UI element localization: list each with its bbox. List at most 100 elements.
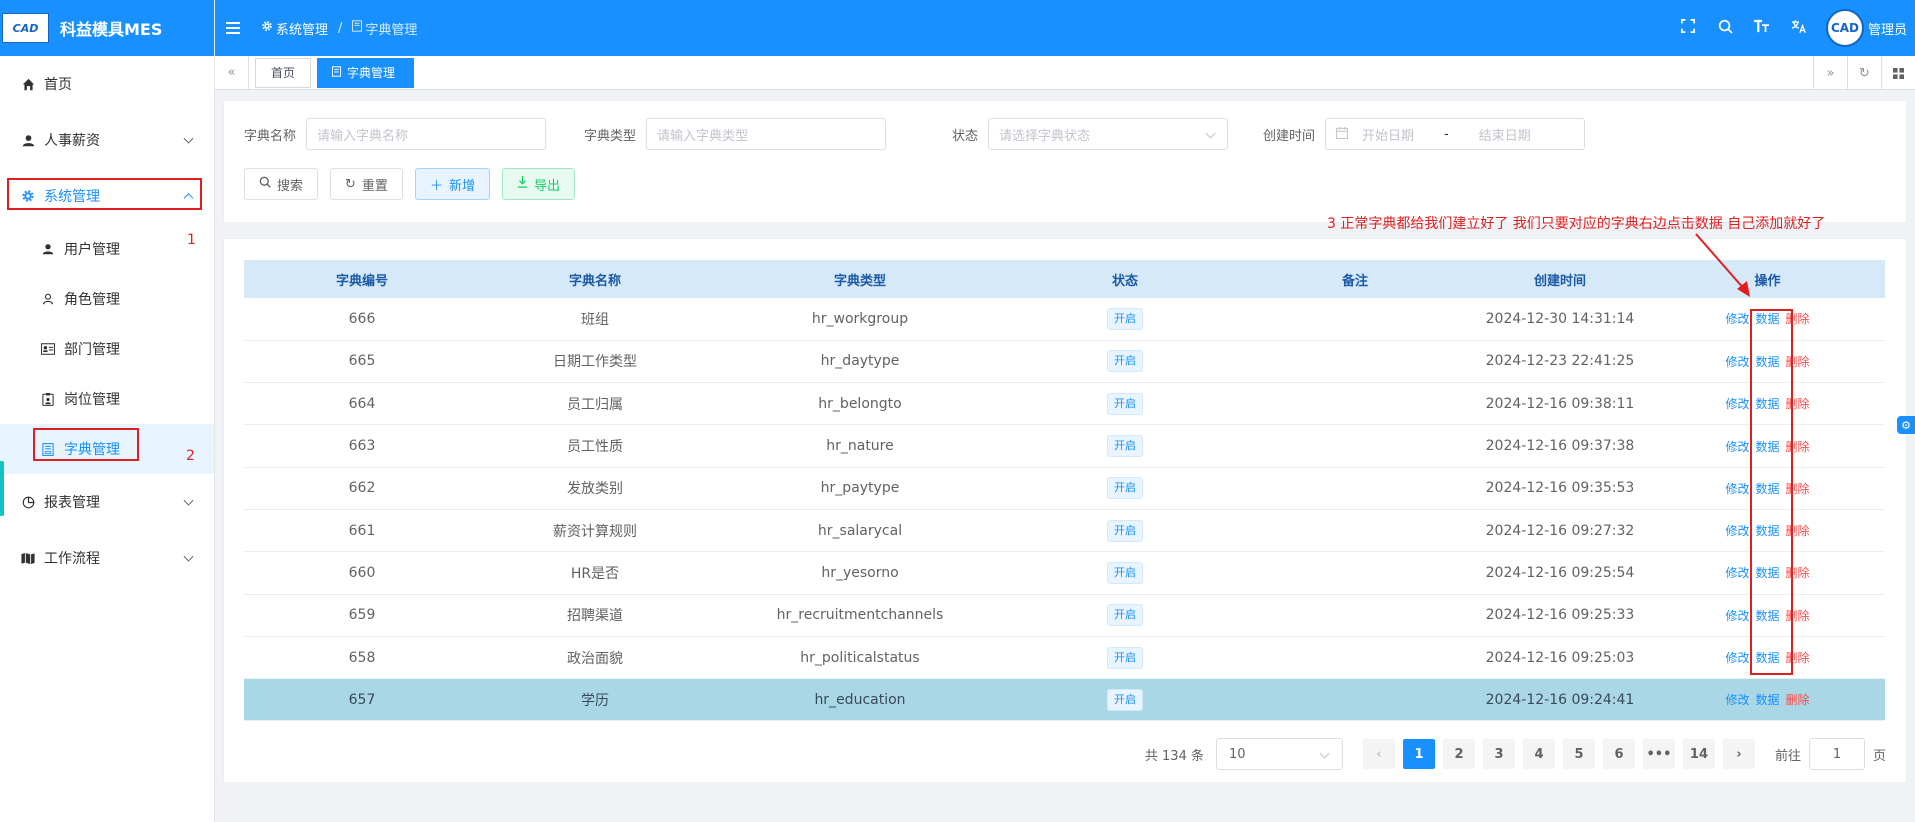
edit-link[interactable]: 修改 [1725,607,1749,624]
delete-link[interactable]: 删除 [1786,564,1810,581]
edit-link[interactable]: 修改 [1725,310,1749,327]
col-header-remark[interactable]: 备注 [1240,260,1470,298]
avatar[interactable]: CAD [1825,9,1864,47]
page-button-5[interactable]: 5 [1562,739,1595,769]
data-link[interactable]: 数据 [1755,480,1779,497]
tab-home[interactable]: 首页 [255,57,312,88]
goto-page-input[interactable]: 1 [1808,738,1865,770]
delete-link[interactable]: 删除 [1786,607,1810,624]
delete-link[interactable]: 删除 [1786,649,1810,666]
col-header-created[interactable]: 创建时间 [1470,260,1650,298]
data-link[interactable]: 数据 [1755,607,1779,624]
username[interactable]: 管理员 [1868,19,1907,38]
sidebar-item-departments[interactable]: 部门管理 [0,324,214,374]
reset-button[interactable]: ↻ 重置 [330,168,403,200]
scroll-left-icon[interactable]: « [215,55,249,90]
delete-link[interactable]: 删除 [1786,310,1810,327]
col-header-type[interactable]: 字典类型 [710,260,1010,298]
delete-link[interactable]: 删除 [1786,522,1810,539]
sidebar-item-system[interactable]: 系统管理 [0,168,214,224]
status-select[interactable]: 请选择字典状态 [988,118,1229,150]
fullscreen-icon[interactable] [1670,19,1707,37]
dict-type-input[interactable]: 请输入字典类型 [646,118,887,150]
date-range-picker[interactable]: 开始日期 - 结束日期 [1325,118,1586,150]
page-button-1[interactable]: 1 [1402,739,1435,769]
sidebar-item-users[interactable]: 用户管理 [0,224,214,274]
sidebar-item-dictionary[interactable]: 字典管理 [0,424,214,474]
col-header-status[interactable]: 状态 [1010,260,1240,298]
sidebar-item-workflow[interactable]: 工作流程 [0,530,214,586]
next-page-button[interactable]: › [1722,739,1755,769]
page-button-6[interactable]: 6 [1602,739,1635,769]
sidebar-item-hr-salary[interactable]: 人事薪资 [0,112,214,168]
page-size-select[interactable]: 10 [1215,738,1343,770]
delete-link[interactable]: 删除 [1786,438,1810,455]
sidebar-item-positions[interactable]: 岗位管理 [0,374,214,424]
delete-link[interactable]: 删除 [1786,353,1810,370]
cell-type[interactable]: hr_recruitmentchannels [710,594,1010,637]
edit-link[interactable]: 修改 [1725,480,1749,497]
end-date-input[interactable]: 结束日期 [1479,125,1531,144]
search-button[interactable]: 搜索 [244,168,319,200]
page-button-3[interactable]: 3 [1482,739,1515,769]
prev-page-button[interactable]: ‹ [1362,739,1395,769]
page-button-4[interactable]: 4 [1522,739,1555,769]
cell-type[interactable]: hr_workgroup [710,298,1010,341]
data-link[interactable]: 数据 [1755,691,1779,708]
edit-link[interactable]: 修改 [1725,353,1749,370]
page-ellipsis-button[interactable]: ••• [1642,739,1675,769]
data-link[interactable]: 数据 [1755,564,1779,581]
data-link[interactable]: 数据 [1755,353,1779,370]
add-button[interactable]: ＋ 新增 [414,168,490,200]
data-link[interactable]: 数据 [1755,522,1779,539]
translate-icon[interactable] [1781,19,1818,38]
data-link[interactable]: 数据 [1755,395,1779,412]
hamburger-icon[interactable] [226,22,246,34]
search-icon[interactable] [1707,19,1744,38]
cell-type[interactable]: hr_salarycal [710,509,1010,553]
edit-link[interactable]: 修改 [1725,649,1749,666]
tab-dictionary[interactable]: 字典管理 [317,57,415,88]
sidebar-item-reports[interactable]: 报表管理 [0,474,214,530]
sidebar-drag-handle[interactable] [0,461,4,516]
table-row[interactable]: 661 薪资计算规则 hr_salarycal 开启 2024-12-16 09:27:… [244,509,1885,553]
table-row[interactable]: 662 发放类别 hr_paytype 开启 2024-12-16 09:35:53 修改… [244,467,1885,510]
page-button-2[interactable]: 2 [1442,739,1475,769]
data-link[interactable]: 数据 [1755,649,1779,666]
table-row[interactable]: 658 政治面貌 hr_politicalstatus 开启 2024-12-16 09… [244,636,1885,680]
col-header-id[interactable]: 字典编号 [244,260,480,298]
breadcrumb-item-system[interactable]: 系统管理 [276,19,328,38]
table-row[interactable]: 663 员工性质 hr_nature 开启 2024-12-16 09:37:38 修改数… [244,424,1885,468]
edit-link[interactable]: 修改 [1725,564,1749,581]
table-row-selected[interactable]: 657 学历 hr_education 开启 2024-12-16 09:24:41 修改… [244,678,1885,722]
settings-gear-icon[interactable]: ⚙ [1897,416,1915,434]
delete-link[interactable]: 删除 [1786,691,1810,708]
edit-link[interactable]: 修改 [1725,395,1749,412]
page-button-14[interactable]: 14 [1682,739,1715,769]
cell-type[interactable]: hr_belongto [710,382,1010,426]
sidebar-item-home[interactable]: 首页 [0,56,214,112]
table-row[interactable]: 666 班组 hr_workgroup 开启 2024-12-30 14:31:14 修改… [244,298,1885,341]
grid-menu-icon[interactable] [1881,56,1915,90]
edit-link[interactable]: 修改 [1725,438,1749,455]
start-date-input[interactable]: 开始日期 [1362,125,1414,144]
data-link[interactable]: 数据 [1755,310,1779,327]
delete-link[interactable]: 删除 [1786,395,1810,412]
font-size-icon[interactable] [1744,19,1781,37]
cell-type[interactable]: hr_paytype [710,467,1010,510]
data-link[interactable]: 数据 [1755,438,1779,455]
cell-type[interactable]: hr_education [710,678,1010,722]
cell-type[interactable]: hr_daytype [710,340,1010,384]
logo-bar[interactable]: CAD 科益模具MES [0,0,214,56]
table-row[interactable]: 665 日期工作类型 hr_daytype 开启 2024-12-23 22:41:25… [244,340,1885,384]
col-header-name[interactable]: 字典名称 [480,260,710,298]
edit-link[interactable]: 修改 [1725,691,1749,708]
sidebar-item-roles[interactable]: 角色管理 [0,274,214,324]
scroll-right-icon[interactable]: » [1813,56,1847,90]
table-row[interactable]: 659 招聘渠道 hr_recruitmentchannels 开启 2024-12-1… [244,594,1885,637]
table-row[interactable]: 664 员工归属 hr_belongto 开启 2024-12-16 09:38:11 修… [244,382,1885,426]
table-row[interactable]: 660 HR是否 hr_yesorno 开启 2024-12-16 09:25:54 修改… [244,551,1885,595]
dict-name-input[interactable]: 请输入字典名称 [306,118,547,150]
cell-type[interactable]: hr_yesorno [710,551,1010,595]
edit-link[interactable]: 修改 [1725,522,1749,539]
